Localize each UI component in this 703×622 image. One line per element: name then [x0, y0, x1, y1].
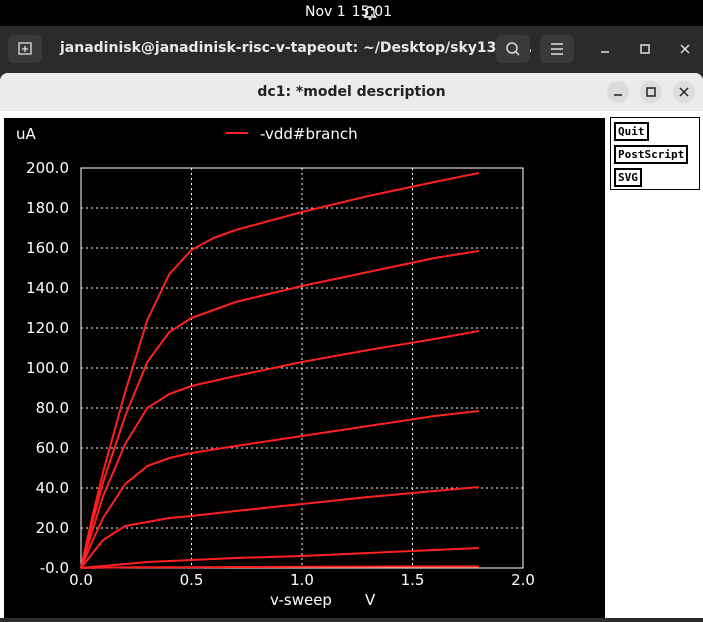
- terminal-header-bar: janadinisk@janadinisk-risc-v-tapeout: ~/…: [0, 26, 703, 72]
- new-tab-button[interactable]: [8, 35, 42, 63]
- plot-minimize-button[interactable]: [607, 81, 629, 103]
- system-top-bar: Nov 1 15:01: [0, 0, 703, 26]
- legend-label: -vdd#branch: [260, 125, 358, 143]
- series-line: [80, 410, 479, 569]
- y-tick-label: 20.0: [36, 519, 69, 537]
- minimize-icon: [614, 94, 622, 96]
- y-tick-label: 140.0: [26, 279, 69, 297]
- y-tick-label: 160.0: [26, 239, 69, 257]
- x-tick-label: 0.0: [69, 571, 93, 589]
- x-tick-label: 2.0: [511, 571, 535, 589]
- close-icon[interactable]: [676, 40, 694, 58]
- plot-button-panel: Quit PostScript SVG: [610, 117, 700, 190]
- notification-bell-icon[interactable]: [362, 5, 378, 21]
- x-tick-label: 1.0: [290, 571, 314, 589]
- system-clock[interactable]: Nov 1 15:01: [0, 4, 703, 20]
- y-tick-label: 200.0: [26, 159, 69, 177]
- series-line: [80, 330, 479, 569]
- plot-canvas[interactable]: uA -vdd#branch 0.0 0.5 1.0 1.5 2.0 -0.0 20.0 40…: [4, 118, 605, 618]
- y-tick-label: 120.0: [26, 319, 69, 337]
- terminal-title: janadinisk@janadinisk-risc-v-tapeout: ~/…: [60, 40, 533, 56]
- y-tick-label: 60.0: [36, 439, 69, 457]
- series-line: [80, 250, 479, 569]
- chart-svg: uA -vdd#branch 0.0 0.5 1.0 1.5 2.0 -0.0 20.0 40…: [16, 125, 535, 609]
- x-tick-label: 0.5: [180, 571, 204, 589]
- y-tick-label: 40.0: [36, 479, 69, 497]
- maximize-icon: [646, 87, 656, 97]
- series-line: [80, 547, 479, 569]
- plot-window-title: dc1: *model description: [257, 84, 446, 100]
- y-tick-label: 100.0: [26, 359, 69, 377]
- series-line: [80, 172, 479, 569]
- x-axis-label: v-sweep: [270, 591, 332, 609]
- y-tick-label: 80.0: [36, 399, 69, 417]
- y-unit-label: uA: [16, 125, 37, 143]
- hamburger-menu-icon: [551, 43, 563, 55]
- plot-close-button[interactable]: [673, 81, 695, 103]
- postscript-button[interactable]: PostScript: [614, 145, 689, 164]
- clock-date: Nov 1: [304, 4, 346, 20]
- minimize-icon[interactable]: [596, 40, 614, 58]
- search-button[interactable]: [496, 35, 530, 63]
- quit-button[interactable]: Quit: [614, 122, 649, 141]
- x-axis-unit: V: [365, 591, 376, 609]
- plot-maximize-button[interactable]: [640, 81, 662, 103]
- y-tick-label: 180.0: [26, 199, 69, 217]
- x-tick-label: 1.5: [401, 571, 425, 589]
- svg-button[interactable]: SVG: [614, 168, 642, 187]
- y-tick-label: -0.0: [40, 559, 69, 577]
- new-tab-icon: [18, 42, 32, 55]
- search-icon: [506, 42, 520, 56]
- close-icon: [679, 87, 689, 97]
- maximize-icon[interactable]: [636, 40, 654, 58]
- menu-button[interactable]: [540, 35, 574, 63]
- plot-window-header: dc1: *model description: [0, 73, 703, 111]
